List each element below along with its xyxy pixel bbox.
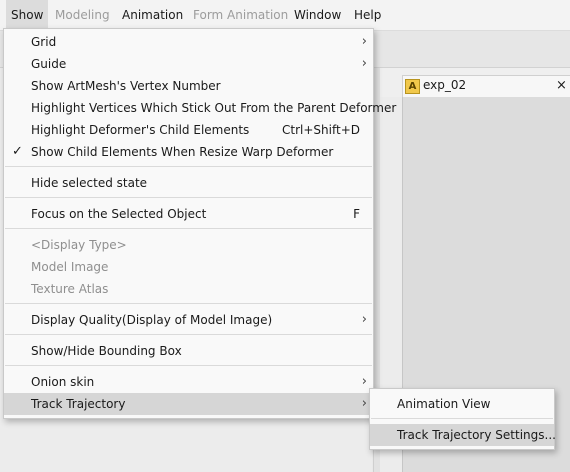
- menu-separator: [5, 365, 372, 366]
- menu-item-hide-selected-state[interactable]: Hide selected state: [4, 172, 373, 194]
- menu-item-label: Guide: [31, 57, 67, 71]
- submenu-item-track-trajectory-settings[interactable]: Track Trajectory Settings...: [370, 424, 556, 446]
- show-menu-dropdown: Grid › Guide › Show ArtMesh's Vertex Num…: [3, 28, 396, 419]
- chevron-right-icon: ›: [361, 56, 367, 71]
- menu-item-bounding-box[interactable]: Show/Hide Bounding Box: [4, 340, 373, 362]
- menu-item-display-type: <Display Type>: [4, 234, 373, 256]
- menu-help[interactable]: Help: [349, 0, 386, 30]
- submenu-item-label: Animation View: [397, 397, 491, 411]
- shortcut-label: F: [353, 207, 360, 221]
- chevron-right-icon: ›: [361, 374, 367, 389]
- menu-item-label: Show/Hide Bounding Box: [31, 344, 182, 358]
- menu-item-show-vertex-number[interactable]: Show ArtMesh's Vertex Number: [4, 75, 373, 97]
- menu-item-track-trajectory[interactable]: Track Trajectory ›: [4, 393, 373, 415]
- menu-item-label: Highlight Deformer's Child Elements: [31, 123, 250, 137]
- menu-item-show-child-elements[interactable]: ✓ Show Child Elements When Resize Warp D…: [4, 141, 373, 163]
- menu-separator: [5, 197, 372, 198]
- menu-item-label: Show Child Elements When Resize Warp Def…: [31, 145, 334, 159]
- menu-item-grid[interactable]: Grid ›: [4, 31, 373, 53]
- menu-item-onion-skin[interactable]: Onion skin ›: [4, 371, 373, 393]
- checkmark-icon: ✓: [12, 144, 23, 159]
- menu-item-label: Show ArtMesh's Vertex Number: [31, 79, 221, 93]
- menu-separator: [371, 418, 553, 419]
- model-file-icon: A: [405, 79, 420, 94]
- submenu-item-animation-view[interactable]: Animation View: [370, 393, 554, 415]
- menu-separator: [5, 166, 372, 167]
- chevron-right-icon: ›: [361, 34, 367, 49]
- menu-item-label: Grid: [31, 35, 57, 49]
- menu-item-label: Texture Atlas: [31, 282, 109, 296]
- menu-show[interactable]: Show: [6, 0, 49, 30]
- menu-animation[interactable]: Animation: [117, 0, 188, 30]
- track-trajectory-submenu: Animation View Track Trajectory Settings…: [369, 388, 556, 450]
- menu-separator: [5, 228, 372, 229]
- menu-item-highlight-child-elements[interactable]: Highlight Deformer's Child Elements Ctrl…: [4, 119, 373, 141]
- menu-form-animation[interactable]: Form Animation: [188, 0, 293, 30]
- menu-item-label: Display Quality(Display of Model Image): [31, 313, 273, 327]
- chevron-right-icon: ›: [361, 312, 367, 327]
- menu-item-label: Model Image: [31, 260, 109, 274]
- menu-item-label: Track Trajectory: [31, 397, 126, 411]
- menu-item-focus-selected[interactable]: Focus on the Selected Object F: [4, 203, 373, 225]
- menu-item-label: <Display Type>: [31, 238, 127, 252]
- menu-separator: [5, 334, 372, 335]
- submenu-item-label: Track Trajectory Settings...: [397, 428, 556, 442]
- menu-modeling[interactable]: Modeling: [50, 0, 115, 30]
- menu-item-label: Onion skin: [31, 375, 95, 389]
- menu-window[interactable]: Window: [289, 0, 346, 30]
- menu-item-display-quality[interactable]: Display Quality(Display of Model Image) …: [4, 309, 373, 331]
- chevron-right-icon: ›: [361, 396, 367, 411]
- menu-item-label: Focus on the Selected Object: [31, 207, 207, 221]
- close-icon[interactable]: ×: [556, 78, 567, 93]
- menu-item-texture-atlas: Texture Atlas: [4, 278, 373, 300]
- document-tab-label: exp_02: [423, 78, 467, 92]
- menu-item-label: Highlight Vertices Which Stick Out From …: [31, 101, 397, 115]
- menu-item-label: Hide selected state: [31, 176, 148, 190]
- menu-bar: Show Modeling Animation Form Animation W…: [0, 0, 570, 31]
- menu-item-model-image: Model Image: [4, 256, 373, 278]
- menu-item-highlight-vertices[interactable]: Highlight Vertices Which Stick Out From …: [4, 97, 396, 119]
- shortcut-label: Ctrl+Shift+D: [282, 123, 360, 137]
- menu-separator: [5, 303, 372, 304]
- menu-item-guide[interactable]: Guide ›: [4, 53, 373, 75]
